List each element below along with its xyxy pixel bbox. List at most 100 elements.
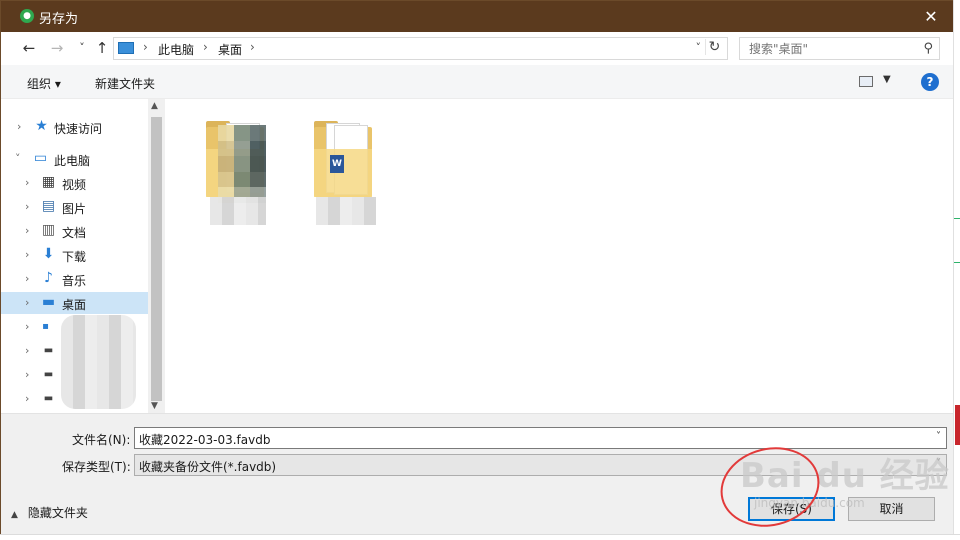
save-as-dialog: ● 另存为 ✕ ← → ˅ ↑ › 此电脑 › 桌面 › ˅ ↻ ⚲ 组织 ▾ …	[0, 0, 954, 535]
organize-button[interactable]: 组织 ▾	[27, 75, 61, 92]
chevron-right-icon[interactable]: ›	[203, 40, 208, 54]
command-bar: 组织 ▾ 新建文件夹 ▼ ?	[1, 65, 954, 99]
video-icon: ▦	[41, 174, 56, 190]
chevron-right-icon[interactable]: ›	[25, 176, 29, 189]
window-title: 另存为	[39, 12, 79, 27]
chevron-right-icon[interactable]: ›	[143, 40, 148, 54]
folder-item[interactable]: W	[306, 111, 386, 227]
search-icon[interactable]: ⚲	[923, 41, 933, 56]
divider	[954, 218, 960, 219]
chevron-right-icon[interactable]: ›	[25, 296, 29, 309]
sidebar-item-label: 快速访问	[54, 122, 103, 136]
sidebar-item-label: 视频	[62, 178, 87, 192]
sidebar-item-videos[interactable]: › ▦ 视频	[1, 172, 148, 194]
breadcrumb-this-pc[interactable]: 此电脑	[158, 41, 194, 58]
redacted-drive-labels	[61, 315, 136, 409]
chevron-right-icon[interactable]: ›	[25, 272, 29, 285]
close-icon[interactable]: ✕	[908, 1, 954, 32]
word-document-icon: W	[330, 155, 344, 173]
up-icon[interactable]: ↑	[94, 40, 110, 56]
redacted-file-label	[210, 197, 266, 225]
folder-icon	[206, 119, 266, 203]
folder-icon: W	[314, 119, 372, 199]
cancel-button[interactable]: 取消	[848, 497, 935, 521]
save-app-icon: ●	[20, 9, 34, 23]
picture-icon: ▤	[41, 198, 56, 214]
chevron-down-icon[interactable]: ˅	[696, 41, 702, 54]
forward-icon[interactable]: →	[49, 40, 65, 56]
address-bar[interactable]: › 此电脑 › 桌面 › ˅ ↻	[113, 37, 728, 60]
folder-item[interactable]	[198, 111, 278, 227]
navigation-scrollbar[interactable]: ▲ ▼	[148, 99, 165, 413]
chevron-down-icon[interactable]: ˅	[936, 431, 941, 442]
chevron-right-icon[interactable]: ›	[250, 40, 255, 54]
sidebar-item-music[interactable]: › ♪ 音乐	[1, 268, 148, 290]
hide-folders-toggle[interactable]: ▲ 隐藏文件夹	[11, 504, 88, 521]
sidebar-item-pictures[interactable]: › ▤ 图片	[1, 196, 148, 218]
search-box[interactable]: ⚲	[739, 37, 940, 60]
new-folder-button[interactable]: 新建文件夹	[95, 75, 155, 92]
filetype-select[interactable]: 收藏夹备份文件(*.favdb) ˅	[134, 454, 947, 476]
background-window-edge	[953, 0, 960, 540]
chevron-up-icon[interactable]: ▲	[11, 510, 18, 520]
redacted-file-label	[316, 197, 376, 225]
chevron-right-icon[interactable]: ›	[25, 320, 29, 333]
sidebar-item-label: 桌面	[62, 298, 87, 312]
sidebar-item-label: 下载	[62, 250, 87, 264]
drive-icon: ▬	[43, 345, 54, 356]
breadcrumb-desktop[interactable]: 桌面	[218, 41, 242, 58]
sidebar-item-downloads[interactable]: › ⬇ 下载	[1, 244, 148, 266]
scrollbar-thumb[interactable]	[151, 117, 162, 401]
back-icon[interactable]: ←	[21, 40, 37, 56]
sidebar-item-quick-access[interactable]: › ★ 快速访问	[1, 116, 148, 138]
chevron-right-icon[interactable]: ›	[17, 120, 21, 133]
music-icon: ♪	[44, 270, 53, 286]
chevron-down-icon[interactable]: ˅	[936, 458, 941, 469]
filetype-value[interactable]: 收藏夹备份文件(*.favdb)	[139, 458, 276, 475]
drive-icon: ▬	[43, 393, 54, 404]
refresh-icon[interactable]: ↻	[705, 39, 723, 55]
sidebar-item-label: 图片	[62, 202, 87, 216]
chevron-right-icon[interactable]: ›	[25, 224, 29, 237]
navigation-pane: › ★ 快速访问 ˅ ▭ 此电脑 › ▦ 视频 › ▤ 图片 › ▥ 文档 › …	[1, 99, 165, 413]
sidebar-item-this-pc[interactable]: ˅ ▭ 此电脑	[1, 148, 148, 170]
desktop-icon: ▬	[41, 294, 56, 310]
view-options-icon[interactable]	[859, 76, 873, 87]
redacted-thumbnail	[218, 125, 266, 203]
file-list: W	[166, 99, 954, 413]
recent-locations-icon[interactable]: ˅	[74, 40, 90, 56]
address-row: ← → ˅ ↑ › 此电脑 › 桌面 › ˅ ↻ ⚲	[1, 32, 954, 65]
computer-icon	[118, 42, 134, 54]
star-icon: ★	[35, 118, 48, 134]
help-icon[interactable]: ?	[921, 73, 939, 91]
sidebar-item-label: 此电脑	[54, 154, 91, 168]
chevron-right-icon[interactable]: ›	[25, 344, 29, 357]
filename-label: 文件名(N):	[72, 433, 131, 447]
document-icon: ▥	[41, 222, 56, 238]
filetype-label: 保存类型(T):	[62, 460, 131, 474]
chevron-right-icon[interactable]: ›	[25, 200, 29, 213]
chevron-down-icon[interactable]: ▼	[883, 74, 891, 85]
background-banner	[955, 405, 960, 445]
filename-value[interactable]: 收藏2022-03-03.favdb	[139, 431, 270, 448]
drive-icon: ▬	[43, 369, 54, 380]
sidebar-item-label: 音乐	[62, 274, 87, 288]
sidebar-item-label: 文档	[62, 226, 87, 240]
hide-folders-label[interactable]: 隐藏文件夹	[28, 506, 88, 520]
divider	[954, 262, 960, 263]
chevron-right-icon[interactable]: ›	[25, 368, 29, 381]
filename-field[interactable]: 收藏2022-03-03.favdb ˅	[134, 427, 947, 449]
scroll-up-icon[interactable]: ▲	[151, 101, 158, 111]
download-icon: ⬇	[42, 246, 55, 262]
computer-icon: ▭	[33, 150, 48, 166]
sidebar-item-desktop[interactable]: › ▬ 桌面	[1, 292, 148, 314]
background-window-edge	[0, 534, 960, 540]
sidebar-item-documents[interactable]: › ▥ 文档	[1, 220, 148, 242]
chevron-right-icon[interactable]: ›	[25, 392, 29, 405]
windows-drive-icon: ▪	[42, 321, 49, 332]
title-bar: ● 另存为 ✕	[1, 1, 954, 32]
chevron-right-icon[interactable]: ›	[25, 248, 29, 261]
search-input[interactable]	[740, 38, 915, 59]
scroll-down-icon[interactable]: ▼	[151, 401, 158, 411]
chevron-down-icon[interactable]: ˅	[15, 152, 21, 165]
